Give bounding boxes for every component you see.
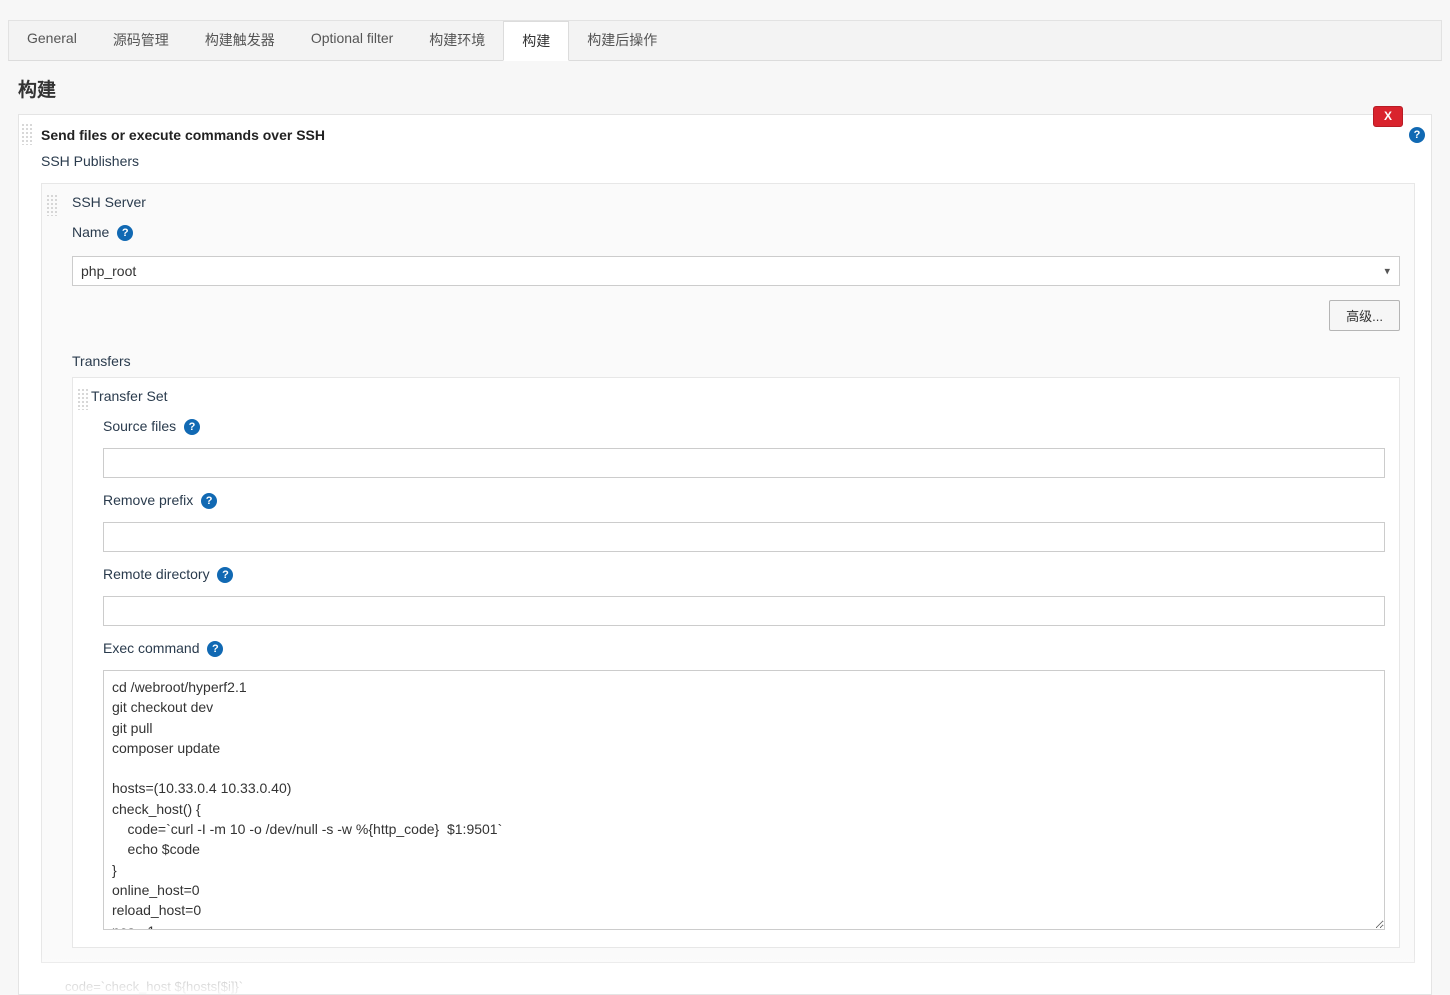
overflow-code-line: code=`check_host ${hosts[$i]}` bbox=[19, 975, 1431, 994]
advanced-button[interactable]: 高级... bbox=[1329, 300, 1400, 331]
help-icon[interactable]: ? bbox=[207, 641, 223, 657]
build-step-title: Send files or execute commands over SSH bbox=[41, 127, 325, 143]
source-files-label: Source files bbox=[103, 418, 176, 434]
config-tabs: General 源码管理 构建触发器 Optional filter 构建环境 … bbox=[8, 20, 1442, 61]
tab-optional-filter[interactable]: Optional filter bbox=[293, 21, 411, 60]
help-icon[interactable]: ? bbox=[201, 493, 217, 509]
ssh-publishers-label: SSH Publishers bbox=[19, 147, 1431, 173]
transfer-set-box: Transfer Set Source files ? Remove prefi… bbox=[72, 377, 1400, 948]
remove-prefix-input[interactable] bbox=[103, 522, 1385, 552]
name-label: Name bbox=[72, 224, 109, 240]
help-icon[interactable]: ? bbox=[117, 225, 133, 241]
exec-command-label: Exec command bbox=[103, 640, 199, 656]
source-files-input[interactable] bbox=[103, 448, 1385, 478]
transfer-set-title: Transfer Set bbox=[91, 388, 1385, 404]
drag-handle-icon[interactable] bbox=[77, 388, 89, 410]
tab-source[interactable]: 源码管理 bbox=[95, 21, 187, 60]
tab-build[interactable]: 构建 bbox=[503, 21, 569, 61]
build-step-panel: X Send files or execute commands over SS… bbox=[18, 114, 1432, 995]
help-icon[interactable]: ? bbox=[1409, 127, 1425, 143]
remote-directory-label: Remote directory bbox=[103, 566, 210, 582]
ssh-server-name-select[interactable]: php_root bbox=[72, 256, 1400, 286]
remote-directory-input[interactable] bbox=[103, 596, 1385, 626]
transfers-label: Transfers bbox=[72, 353, 1400, 369]
ssh-server-title: SSH Server bbox=[72, 194, 1400, 210]
section-title: 构建 bbox=[0, 61, 1450, 114]
tab-general[interactable]: General bbox=[9, 21, 95, 60]
help-icon[interactable]: ? bbox=[184, 419, 200, 435]
tab-triggers[interactable]: 构建触发器 bbox=[187, 21, 293, 60]
drag-handle-icon[interactable] bbox=[46, 194, 58, 216]
tab-build-env[interactable]: 构建环境 bbox=[411, 21, 503, 60]
tab-post-build[interactable]: 构建后操作 bbox=[569, 21, 675, 60]
help-icon[interactable]: ? bbox=[217, 567, 233, 583]
exec-command-textarea[interactable] bbox=[103, 670, 1385, 930]
remove-prefix-label: Remove prefix bbox=[103, 492, 193, 508]
ssh-server-box: SSH Server Name ? php_root 高级... Transfe… bbox=[41, 183, 1415, 963]
